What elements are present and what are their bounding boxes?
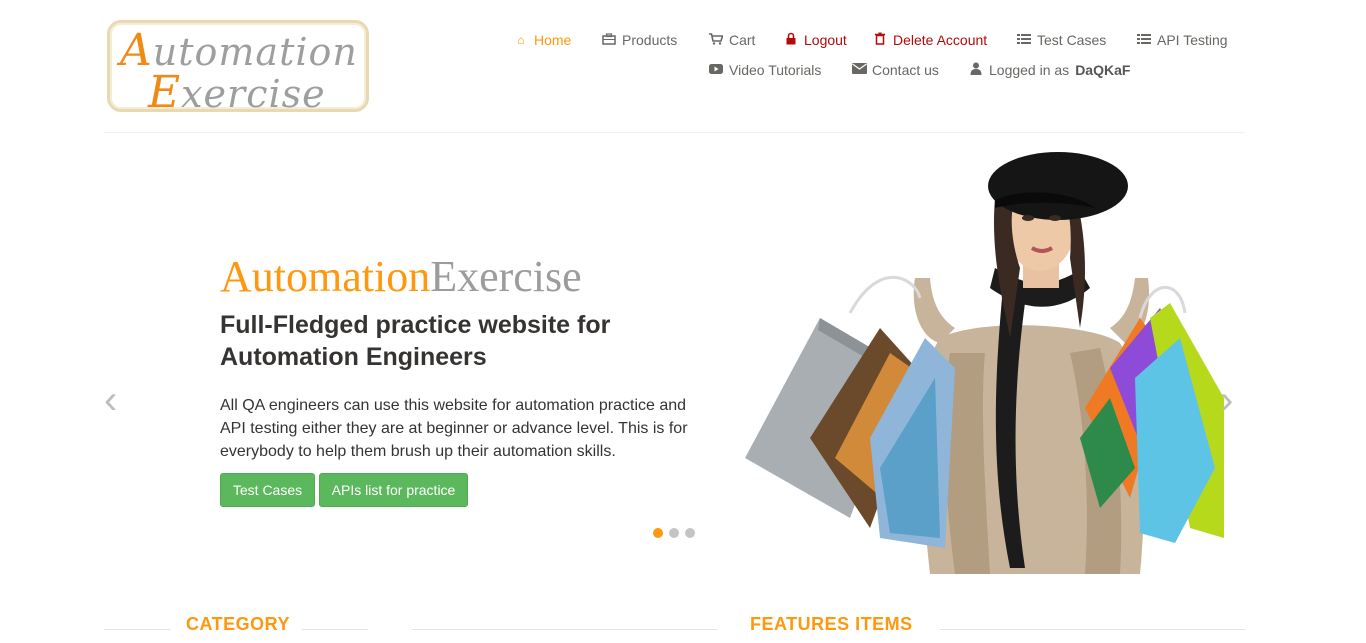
apis-list-button[interactable]: APIs list for practice (319, 473, 468, 507)
features-rule-right (940, 629, 1245, 630)
nav-logout[interactable]: Logout (784, 32, 847, 48)
nav-test-cases[interactable]: Test Cases (1017, 32, 1106, 48)
briefcase-icon (602, 32, 616, 48)
list-icon (1137, 33, 1151, 48)
youtube-play-icon (709, 63, 723, 78)
slider-next-arrow[interactable]: › (1220, 378, 1233, 423)
hero-brand: AutomationExercise (220, 252, 582, 301)
nav-api-testing[interactable]: API Testing (1137, 32, 1228, 48)
hero-heading: Full-Fledged practice website for Automa… (220, 311, 611, 371)
nav-home[interactable]: ⌂ Home (514, 32, 571, 48)
hero-slider: ‹ AutomationExercise Full-Fledged practi… (0, 133, 1366, 583)
nav-products[interactable]: Products (602, 32, 677, 48)
slider-dot-3[interactable] (685, 528, 695, 538)
slider-prev-arrow[interactable]: ‹ (104, 378, 117, 423)
lock-icon (784, 32, 798, 48)
category-rule-left (104, 629, 170, 630)
slider-dot-1[interactable] (653, 528, 663, 538)
envelope-icon (852, 63, 867, 77)
hero-description: All QA engineers can use this website fo… (220, 397, 688, 460)
nav-contact-us[interactable]: Contact us (852, 62, 939, 78)
category-rule-right (302, 629, 368, 630)
site-header: Automation Exercise ⌂ Home Products Cart … (0, 0, 1366, 133)
username: DaQKaF (1075, 62, 1131, 78)
slider-dot-2[interactable] (669, 528, 679, 538)
logo-line-2: Exercise (148, 67, 326, 118)
hero-image (745, 152, 1224, 574)
nav-video-tutorials[interactable]: Video Tutorials (709, 62, 821, 78)
features-heading: FEATURES ITEMS (750, 614, 913, 634)
site-logo[interactable]: Automation Exercise (107, 20, 369, 118)
cart-icon (709, 32, 724, 48)
test-cases-button[interactable]: Test Cases (220, 473, 315, 507)
home-icon: ⌂ (517, 33, 525, 47)
nav-cart[interactable]: Cart (709, 32, 755, 48)
nav-delete-account[interactable]: Delete Account (873, 32, 987, 48)
user-icon (969, 62, 983, 78)
trash-icon (873, 32, 887, 48)
list-icon (1017, 33, 1031, 48)
slider-indicators (653, 528, 695, 538)
features-rule-left (412, 629, 717, 630)
category-heading: CATEGORY (186, 614, 291, 634)
nav-logged-in-as[interactable]: Logged in as DaQKaF (969, 62, 1130, 78)
